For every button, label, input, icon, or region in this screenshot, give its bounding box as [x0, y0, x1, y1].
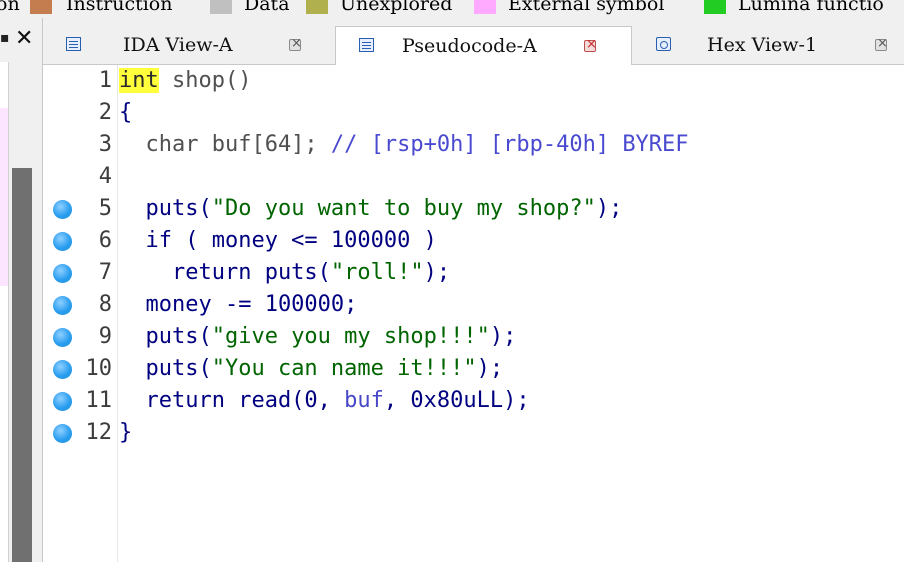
legend-label: External symbol [508, 0, 665, 15]
tab-ida-view-a[interactable]: IDA View-A [43, 26, 319, 64]
code-text: if ( money <= 100000 ) [119, 228, 437, 253]
code-token: puts( [119, 196, 212, 221]
legend-label: Data [244, 0, 290, 15]
string-literal: "roll!" [330, 260, 424, 285]
legend-bar: on Instruction Data Unexplored External … [0, 0, 904, 18]
code-text: } [119, 420, 133, 445]
code-text: money -= 100000; [119, 292, 358, 317]
string-literal: "give you my shop!!!" [211, 324, 490, 349]
code-token: puts( [119, 324, 212, 349]
line-number: 1 [98, 68, 112, 93]
line-number: 12 [85, 420, 113, 445]
close-tab-icon[interactable] [289, 36, 302, 51]
legend-label: on [0, 0, 20, 15]
code-text: char buf[64]; // [rsp+0h] [rbp-40h] BYRE… [119, 129, 689, 161]
tab-label: Hex View-1 [707, 34, 818, 56]
line-number: 2 [98, 100, 112, 125]
tab-bar: IDA View-A Pseudocode-A Hex View-1 [43, 18, 904, 65]
lumina-function-swatch [704, 0, 726, 14]
panel-corner-icon: ▪ [0, 30, 10, 46]
code-text: puts("give you my shop!!!"); [119, 321, 516, 353]
code-line[interactable]: 5 puts("Do you want to buy my shop?"); [43, 193, 904, 225]
code-comment: // [rsp+0h] [rbp-40h] BYREF [330, 132, 689, 157]
hex-view-icon [656, 37, 671, 51]
variable-declaration: char buf[64]; [119, 132, 331, 157]
external-symbol-swatch [474, 0, 496, 14]
legend-label: Lumina functio [738, 0, 884, 15]
code-line[interactable]: 2 { [43, 97, 904, 129]
code-line[interactable]: 10 puts("You can name it!!!"); [43, 353, 904, 385]
code-line[interactable]: 12 } [43, 417, 904, 449]
keyword-highlight: int [119, 68, 159, 93]
line-number: 7 [98, 260, 112, 285]
legend-label: Instruction [66, 0, 173, 15]
line-number: 8 [98, 292, 112, 317]
tab-hex-view-1[interactable]: Hex View-1 [633, 26, 904, 64]
close-tab-icon[interactable] [875, 36, 888, 51]
code-token: return read(0, [119, 388, 345, 413]
code-token: return puts( [119, 260, 331, 285]
unexplored-swatch [306, 0, 328, 14]
left-panel: ▪ ✕ [0, 18, 43, 562]
code-text: puts("Do you want to buy my shop?"); [119, 193, 622, 225]
line-number: 9 [98, 324, 112, 349]
string-literal: "You can name it!!!" [211, 356, 477, 381]
line-number: 10 [85, 356, 113, 381]
pseudocode-icon [359, 38, 374, 52]
close-tab-icon[interactable] [584, 37, 597, 52]
tab-label: IDA View-A [123, 34, 233, 56]
ida-view-icon [66, 37, 81, 51]
code-line[interactable]: 7 return puts("roll!"); [43, 257, 904, 289]
code-line[interactable]: 11 return read(0, buf, 0x80uLL); [43, 385, 904, 417]
close-icon[interactable]: ✕ [15, 26, 33, 51]
function-signature: shop() [158, 68, 252, 93]
line-number: 11 [85, 388, 113, 413]
line-number: 5 [98, 196, 112, 221]
variable-reference: buf [344, 388, 384, 413]
code-token: ); [476, 356, 504, 381]
data-swatch [210, 0, 232, 14]
code-text: int shop() [119, 65, 251, 97]
line-number: 3 [98, 132, 112, 157]
code-line[interactable]: 1 int shop() [43, 65, 904, 97]
code-text: puts("You can name it!!!"); [119, 353, 503, 385]
code-token: , 0x80uLL); [383, 388, 530, 413]
code-text: return puts("roll!"); [119, 257, 450, 289]
code-token: ); [595, 196, 623, 221]
code-line[interactable]: 4 [43, 161, 904, 193]
code-line[interactable]: 8 money -= 100000; [43, 289, 904, 321]
string-literal: "Do you want to buy my shop?" [211, 196, 596, 221]
code-token: ); [423, 260, 451, 285]
code-line[interactable]: 3 char buf[64]; // [rsp+0h] [rbp-40h] BY… [43, 129, 904, 161]
tab-pseudocode-a[interactable]: Pseudocode-A [335, 26, 632, 65]
tab-label: Pseudocode-A [402, 35, 537, 57]
line-number: 6 [98, 228, 112, 253]
legend-label: Unexplored [340, 0, 453, 15]
instruction-swatch [30, 0, 52, 14]
code-text: { [119, 100, 133, 125]
code-line[interactable]: 9 puts("give you my shop!!!"); [43, 321, 904, 353]
code-token: ); [489, 324, 517, 349]
code-text: return read(0, buf, 0x80uLL); [119, 385, 530, 417]
navigator-highlight [0, 108, 8, 286]
code-token: puts( [119, 356, 212, 381]
line-number: 4 [98, 164, 112, 189]
scrollbar-thumb[interactable] [12, 168, 32, 562]
code-line[interactable]: 6 if ( money <= 100000 ) [43, 225, 904, 257]
